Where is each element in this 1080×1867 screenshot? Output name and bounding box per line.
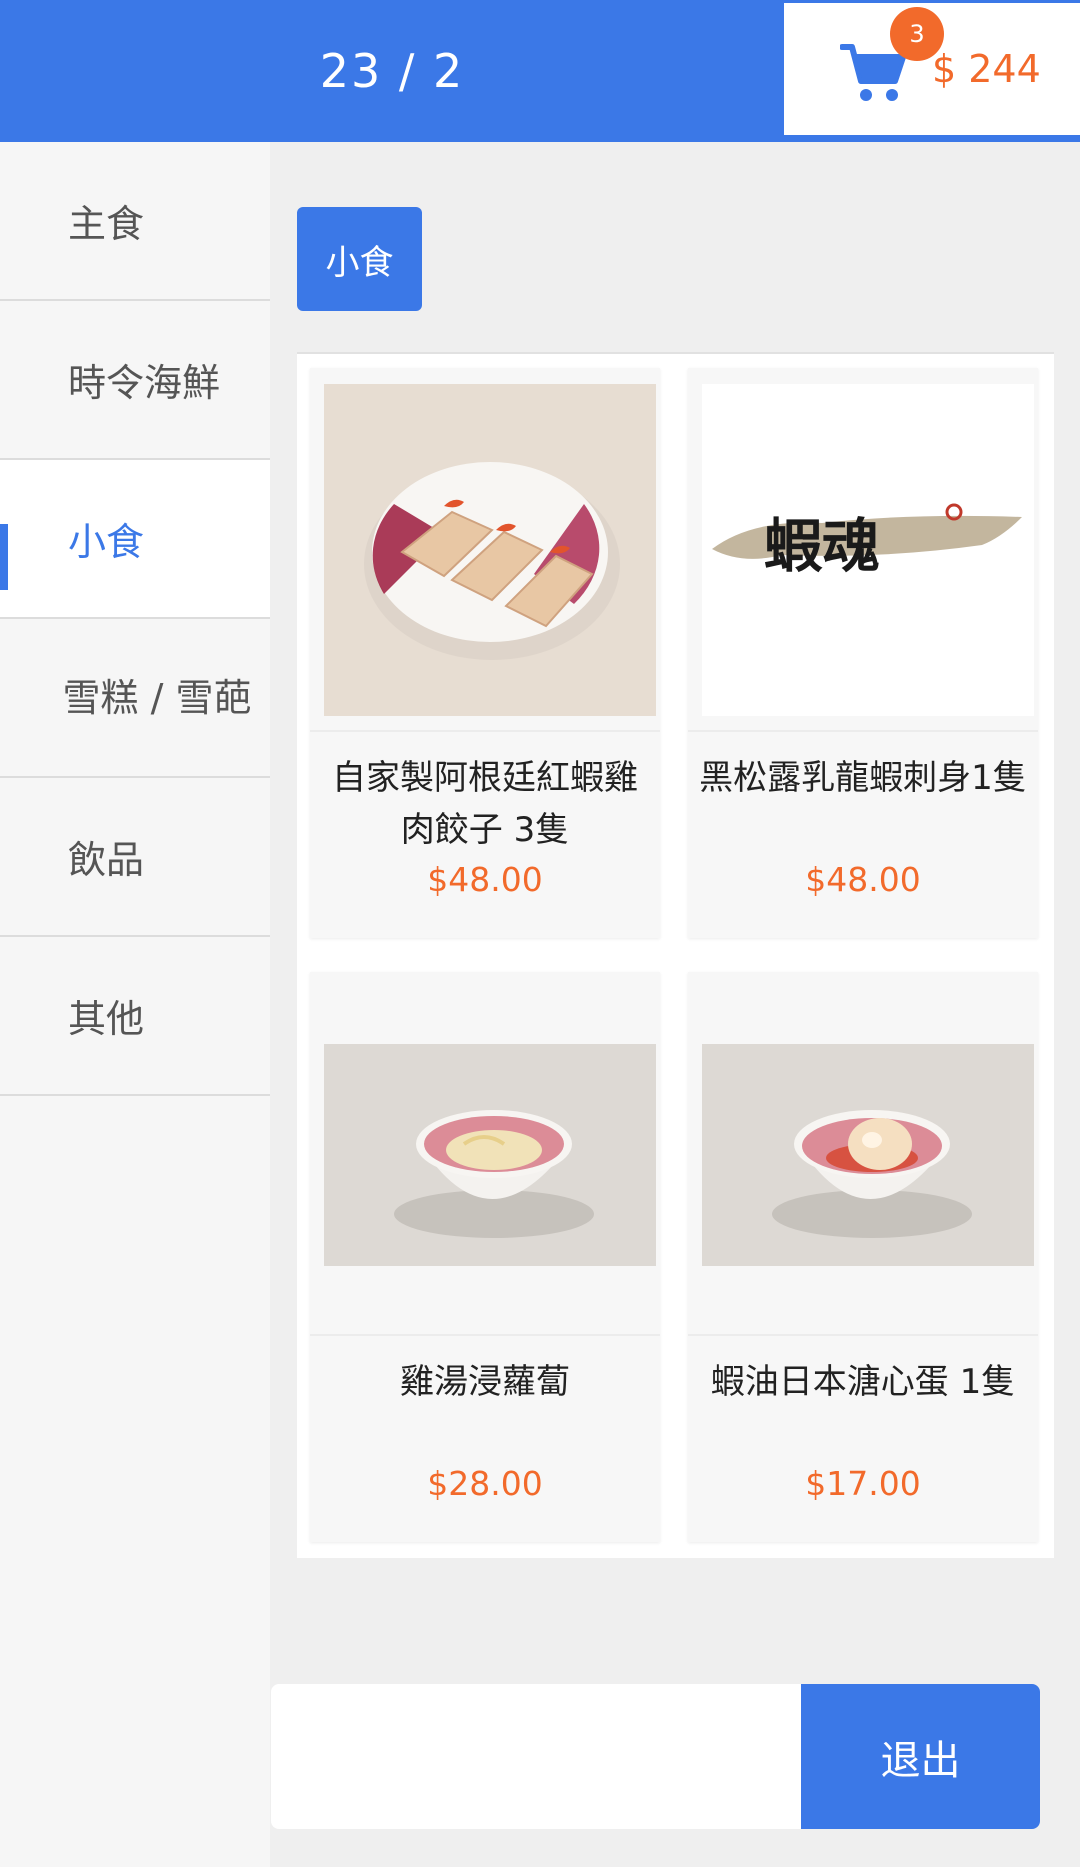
product-card[interactable]: 雞湯浸蘿蔔 $28.00 <box>310 972 660 1542</box>
category-sidebar: 主食 時令海鮮 小食 雪糕 / 雪葩 飲品 其他 <box>0 142 270 1867</box>
product-card[interactable]: 自家製阿根廷紅蝦雞肉餃子 3隻 $48.00 <box>310 368 660 938</box>
product-price: $48.00 <box>427 860 543 899</box>
table-number: 23 / 2 <box>319 44 465 98</box>
sidebar-item-label: 雪糕 / 雪葩 <box>62 675 252 720</box>
sidebar-item-label: 小食 <box>68 520 145 564</box>
product-name: 雞湯浸蘿蔔 <box>400 1362 570 1402</box>
product-price: $48.00 <box>805 860 921 899</box>
product-price: $28.00 <box>427 1464 543 1503</box>
restaurant-logo-image: 蝦魂 <box>702 384 1034 716</box>
sidebar-item-label: 飲品 <box>68 838 145 882</box>
product-card[interactable]: 蝦魂 黑松露乳龍蝦刺身1隻 $48.00 <box>688 368 1038 938</box>
cart-total: $ 244 <box>932 47 1041 91</box>
product-price: $17.00 <box>805 1464 921 1503</box>
sidebar-item-main-dishes[interactable]: 主食 <box>0 142 270 301</box>
product-grid: 自家製阿根廷紅蝦雞肉餃子 3隻 $48.00 蝦魂 黑松露乳龍蝦刺身1隻 $48… <box>297 352 1054 1558</box>
bottom-action-bar: 退出 <box>271 1684 1040 1829</box>
sidebar-item-label: 主食 <box>68 202 145 246</box>
shrimp-dumplings-photo <box>324 384 656 716</box>
product-card[interactable]: 蝦油日本溏心蛋 1隻 $17.00 <box>688 972 1038 1542</box>
sidebar-item-seasonal-seafood[interactable]: 時令海鮮 <box>0 301 270 460</box>
sidebar-item-drinks[interactable]: 飲品 <box>0 778 270 937</box>
product-name: 黑松露乳龍蝦刺身1隻 <box>699 758 1027 798</box>
sidebar-item-label: 其他 <box>68 997 145 1041</box>
product-name: 蝦油日本溏心蛋 1隻 <box>710 1362 1016 1402</box>
sidebar-item-snacks[interactable]: 小食 <box>0 460 270 619</box>
product-name: 自家製阿根廷紅蝦雞肉餃子 3隻 <box>332 758 638 850</box>
exit-button[interactable]: 退出 <box>801 1684 1040 1829</box>
soft-boiled-egg-bowl-photo <box>702 1044 1034 1266</box>
subcategory-tab-snacks[interactable]: 小食 <box>297 207 422 311</box>
sidebar-item-ice-cream-sorbet[interactable]: 雪糕 / 雪葩 <box>0 619 270 778</box>
radish-soup-bowl-photo <box>324 1044 656 1266</box>
sidebar-item-label: 時令海鮮 <box>68 361 221 405</box>
cart-button[interactable]: 3 $ 244 <box>784 3 1080 135</box>
svg-text:蝦魂: 蝦魂 <box>764 512 880 580</box>
top-bar: 23 / 2 3 $ 244 <box>0 0 1080 142</box>
sidebar-item-others[interactable]: 其他 <box>0 937 270 1096</box>
